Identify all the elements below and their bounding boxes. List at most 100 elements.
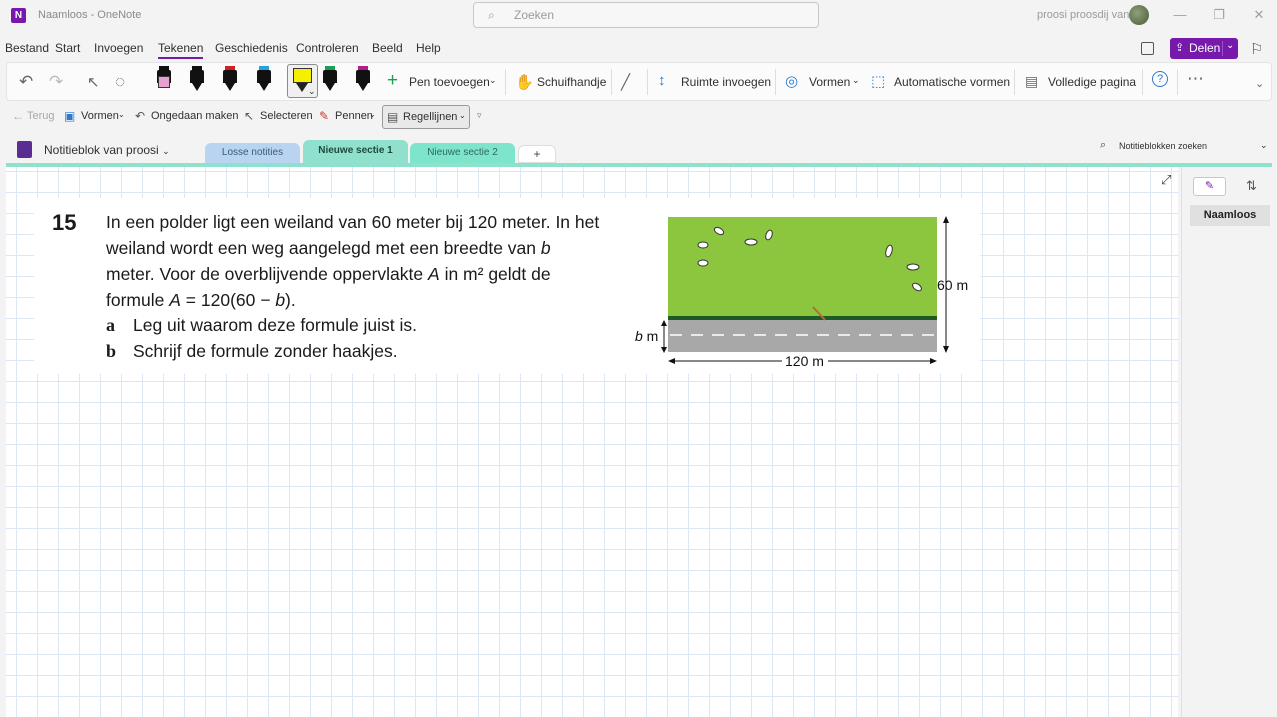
insert-space-button[interactable]: Ruimte invoegen xyxy=(681,75,771,89)
help-icon[interactable]: ? xyxy=(1152,71,1168,87)
pen-purple[interactable] xyxy=(356,66,370,91)
draw-ribbon: ↶ ↷ ↖ ◌ ⌄ + Pen toevoegen ⌄ ✋ Schuifhand… xyxy=(6,62,1272,101)
chevron-down-icon[interactable]: ⌄ xyxy=(369,110,376,119)
chevron-down-icon[interactable]: ⌄ xyxy=(489,75,497,86)
road-width-label: b m xyxy=(635,328,658,344)
chevron-down-icon[interactable]: ⌄ xyxy=(1226,40,1234,51)
tab-nieuwe-sectie-1[interactable]: Nieuwe sectie 1 xyxy=(303,140,408,164)
avatar[interactable] xyxy=(1129,5,1149,25)
ruler-icon[interactable]: ╱ xyxy=(621,73,630,91)
width-label: 120 m xyxy=(785,353,824,369)
pen-green[interactable] xyxy=(323,66,337,91)
exercise-line-3-tail: in m² geldt de xyxy=(444,264,551,284)
search-placeholder: Zoeken xyxy=(514,8,555,22)
notebook-name: Notitieblok van proosi xyxy=(44,143,159,157)
share-button[interactable]: ⇪ Delen ⌄ xyxy=(1170,38,1238,59)
undo-icon: ↶ xyxy=(135,109,146,123)
undo-button[interactable]: Ongedaan maken xyxy=(151,110,238,122)
back-button[interactable]: Terug xyxy=(27,110,55,122)
pen-black[interactable] xyxy=(190,66,204,91)
toolbar-overflow-icon[interactable]: ▿ xyxy=(477,110,482,121)
sub-question-b-letter: b xyxy=(106,341,117,361)
height-arrow-head-bottom xyxy=(943,346,949,353)
chevron-down-icon[interactable]: ⌄ xyxy=(118,110,125,119)
width-arrow-head-left xyxy=(668,358,675,364)
menu-beeld[interactable]: Beeld xyxy=(372,41,403,55)
tab-losse-notities[interactable]: Losse notities xyxy=(205,143,300,163)
pages-panel xyxy=(1181,167,1277,717)
sort-icon[interactable]: ⇅ xyxy=(1246,178,1257,194)
exercise-line-2-text: weiland wordt een weg aangelegd met een … xyxy=(106,238,537,258)
pen-pink[interactable] xyxy=(157,66,171,90)
chevron-down-icon[interactable]: ⌄ xyxy=(852,75,860,86)
var-b-formula: b xyxy=(275,290,286,310)
add-pen-icon[interactable]: + xyxy=(387,70,398,92)
meadow-figure: 60 m b m 120 m xyxy=(635,216,968,369)
back-icon: ← xyxy=(12,109,24,123)
share-label: Delen xyxy=(1189,41,1221,55)
road-width-var: b xyxy=(635,328,643,344)
menu-controleren[interactable]: Controleren xyxy=(296,41,359,55)
road-width-unit: m xyxy=(643,328,659,344)
menu-invoegen[interactable]: Invoegen xyxy=(94,41,143,55)
restore-icon[interactable]: ❐ xyxy=(1209,7,1229,23)
more-options-icon[interactable]: ⋯ xyxy=(1187,69,1204,89)
menu-geschiedenis[interactable]: Geschiedenis xyxy=(215,41,288,55)
auto-shapes-button[interactable]: Automatische vormen xyxy=(894,75,1010,89)
secondary-toolbar: ← Terug ▣ Vormen ⌄ ↶ Ongedaan maken ↖ Se… xyxy=(6,104,1272,130)
menu-start[interactable]: Start xyxy=(55,41,80,55)
var-b: b xyxy=(540,238,551,258)
rule-lines-icon: ▤ xyxy=(387,110,399,124)
expand-icon[interactable]: ⤢ xyxy=(1161,172,1171,188)
rule-lines-button[interactable]: ▤ Regellijnen ⌄ xyxy=(382,105,470,129)
page-list-item[interactable]: Naamloos xyxy=(1190,205,1270,226)
select-button[interactable]: Selecteren xyxy=(260,110,313,122)
pan-button[interactable]: Schuifhandje xyxy=(537,75,606,89)
road-width-arrow-head-top xyxy=(661,320,667,326)
menu-tekenen[interactable]: Tekenen xyxy=(158,41,204,59)
highlighter-yellow[interactable]: ⌄ xyxy=(287,64,318,98)
add-page-icon: ✎ xyxy=(1204,180,1215,192)
notebook-search[interactable]: ⌕ Notitieblokken zoeken ⌄ xyxy=(1094,138,1272,156)
redo-icon[interactable]: ↷ xyxy=(49,72,63,92)
add-pen-button[interactable]: Pen toevoegen xyxy=(409,75,490,89)
exercise-line-4-text: formule xyxy=(106,290,165,310)
shapes-button[interactable]: Vormen xyxy=(809,75,850,89)
exercise-line-2: weiland wordt een weg aangelegd met een … xyxy=(106,238,551,259)
exercise-line-1: In een polder ligt een weiland van 60 me… xyxy=(106,212,600,232)
chevron-down-icon: ⌄ xyxy=(162,146,170,156)
minimize-icon[interactable]: — xyxy=(1170,7,1190,22)
add-section-button[interactable]: + xyxy=(518,145,556,163)
select-cursor-icon[interactable]: ↖ xyxy=(87,73,100,91)
lasso-icon[interactable]: ◌ xyxy=(115,72,125,92)
full-page-button[interactable]: Volledige pagina xyxy=(1048,75,1136,89)
menu-bestand[interactable]: Bestand xyxy=(5,41,49,55)
pens-menu[interactable]: Pennen xyxy=(335,110,373,122)
collapse-ribbon-icon[interactable]: ⌄ xyxy=(1255,77,1264,90)
road-width-arrow-head-bottom xyxy=(661,347,667,353)
feedback-icon[interactable]: ⚐ xyxy=(1250,40,1263,58)
add-page-button[interactable]: ✎ xyxy=(1193,177,1226,196)
notebook-view-icon[interactable] xyxy=(1141,42,1154,55)
undo-icon[interactable]: ↶ xyxy=(19,72,33,92)
user-name[interactable]: proosi proosdij van xyxy=(1037,9,1129,21)
close-icon[interactable]: ✕ xyxy=(1249,7,1269,23)
notebook-icon[interactable] xyxy=(17,141,32,158)
pen-red[interactable] xyxy=(223,66,237,91)
tab-nieuwe-sectie-2[interactable]: Nieuwe sectie 2 xyxy=(410,143,515,163)
notebook-selector[interactable]: Notitieblok van proosi ⌄ xyxy=(44,143,170,157)
var-A-formula: A xyxy=(169,290,181,310)
pen-blue[interactable] xyxy=(257,66,271,91)
chevron-down-icon[interactable]: ⌄ xyxy=(459,111,466,120)
chevron-down-icon[interactable]: ⌄ xyxy=(308,86,316,97)
select-cursor-icon: ↖ xyxy=(244,109,255,123)
menu-help[interactable]: Help xyxy=(416,41,441,55)
road xyxy=(668,320,937,352)
share-icon: ⇪ xyxy=(1175,42,1185,54)
sub-question-a: a Leg uit waarom deze formule juist is. xyxy=(106,315,417,336)
exercise-line-3: meter. Voor de overblijvende oppervlakte… xyxy=(106,264,551,285)
search-box[interactable]: ⌕ Zoeken xyxy=(473,2,819,28)
chevron-down-icon[interactable]: ⌄ xyxy=(1260,140,1268,151)
shapes-menu[interactable]: Vormen xyxy=(81,110,119,122)
search-icon: ⌕ xyxy=(1100,139,1107,151)
